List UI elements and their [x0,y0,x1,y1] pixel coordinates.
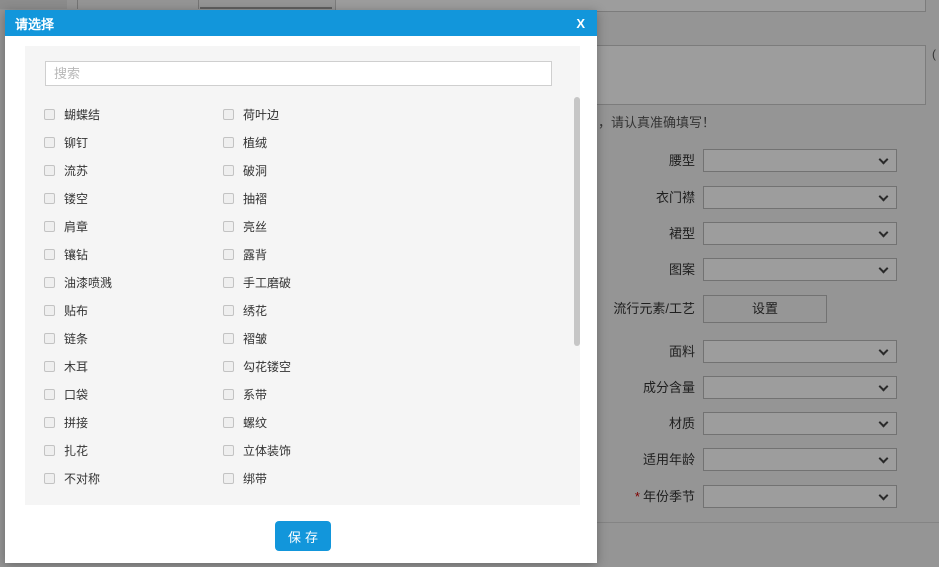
checkbox[interactable] [44,192,55,204]
option-label: 褶皱 [243,331,268,346]
option-item: 流苏 [44,156,223,184]
option-label: 链条 [64,331,89,346]
checkbox[interactable] [44,416,55,428]
option-item: 手工磨破 [223,268,554,296]
option-item: 链条 [44,324,223,352]
option-label: 破洞 [243,163,268,178]
option-item: 口袋 [44,380,223,408]
option-item: 蝴蝶结 [44,100,223,128]
checkbox[interactable] [223,192,234,204]
option-item: 镶钻 [44,240,223,268]
option-item: 勾花镂空 [223,352,554,380]
option-label: 立体装饰 [243,443,292,458]
option-item: 镂空 [44,184,223,212]
checkbox[interactable] [223,108,234,120]
checkbox[interactable] [223,276,234,288]
option-item: 肩章 [44,212,223,240]
option-label: 肩章 [64,219,89,234]
option-item: 拼接 [44,408,223,436]
search-input[interactable] [45,61,552,86]
option-item: 植绒 [223,128,554,156]
option-item: 破洞 [223,156,554,184]
checkbox[interactable] [223,388,234,400]
option-label: 木耳 [64,359,89,374]
checkbox[interactable] [44,220,55,232]
option-item: 绣花 [223,296,554,324]
checkbox[interactable] [44,164,55,176]
option-label: 螺纹 [243,415,268,430]
option-label: 流苏 [64,163,89,178]
dialog-header: 请选择 X [5,10,597,36]
option-label: 扎花 [64,443,89,458]
option-label: 口袋 [64,387,89,402]
option-label: 不对称 [64,471,101,486]
checkbox[interactable] [223,248,234,260]
options-grid: 蝴蝶结 荷叶边铆钉 植绒流苏 破洞镂空 抽褶肩章 亮丝镶钻 露背油漆喷溅 手工磨破贴布 绣花链条… [44,100,554,492]
checkbox[interactable] [44,304,55,316]
option-label: 镶钻 [64,247,89,262]
options-panel: 蝴蝶结 荷叶边铆钉 植绒流苏 破洞镂空 抽褶肩章 亮丝镶钻 露背油漆喷溅 手工磨破贴布 绣花链条… [25,46,580,505]
dialog-title: 请选择 [15,16,55,32]
option-item: 绑带 [223,464,554,492]
option-label: 镂空 [64,191,89,206]
option-item: 螺纹 [223,408,554,436]
checkbox[interactable] [44,248,55,260]
checkbox[interactable] [223,472,234,484]
option-item: 荷叶边 [223,100,554,128]
option-item: 系带 [223,380,554,408]
option-label: 植绒 [243,135,268,150]
checkbox[interactable] [223,360,234,372]
option-label: 露背 [243,247,268,262]
option-label: 蝴蝶结 [64,107,101,122]
option-label: 荷叶边 [243,107,280,122]
option-item: 露背 [223,240,554,268]
checkbox[interactable] [44,444,55,456]
checkbox[interactable] [44,360,55,372]
checkbox[interactable] [223,444,234,456]
checkbox[interactable] [44,332,55,344]
option-item: 扎花 [44,436,223,464]
option-item: 铆钉 [44,128,223,156]
checkbox[interactable] [223,304,234,316]
option-item: 油漆喷溅 [44,268,223,296]
option-item: 不对称 [44,464,223,492]
option-label: 手工磨破 [243,275,292,290]
option-label: 贴布 [64,303,89,318]
checkbox[interactable] [44,108,55,120]
save-button[interactable]: 保存 [275,521,331,551]
option-item: 立体装饰 [223,436,554,464]
option-item: 抽褶 [223,184,554,212]
checkbox[interactable] [223,220,234,232]
option-label: 亮丝 [243,219,268,234]
option-item: 木耳 [44,352,223,380]
option-label: 铆钉 [64,135,89,150]
option-label: 拼接 [64,415,89,430]
option-item: 褶皱 [223,324,554,352]
close-icon[interactable]: X [574,16,587,31]
scrollbar-thumb[interactable] [574,97,580,346]
checkbox[interactable] [44,388,55,400]
option-item: 贴布 [44,296,223,324]
option-label: 抽褶 [243,191,268,206]
checkbox[interactable] [223,332,234,344]
option-label: 绣花 [243,303,268,318]
checkbox[interactable] [223,136,234,148]
option-label: 勾花镂空 [243,359,292,374]
option-label: 绑带 [243,471,268,486]
checkbox[interactable] [223,164,234,176]
option-label: 油漆喷溅 [64,275,113,290]
option-item: 亮丝 [223,212,554,240]
checkbox[interactable] [44,472,55,484]
option-label: 系带 [243,387,268,402]
checkbox[interactable] [223,416,234,428]
checkbox[interactable] [44,136,55,148]
select-dialog: 请选择 X 蝴蝶结 荷叶边铆钉 植绒流苏 破洞镂空 抽褶肩章 亮丝镶钻 露背油漆喷溅 手工磨破… [5,10,597,563]
checkbox[interactable] [44,276,55,288]
